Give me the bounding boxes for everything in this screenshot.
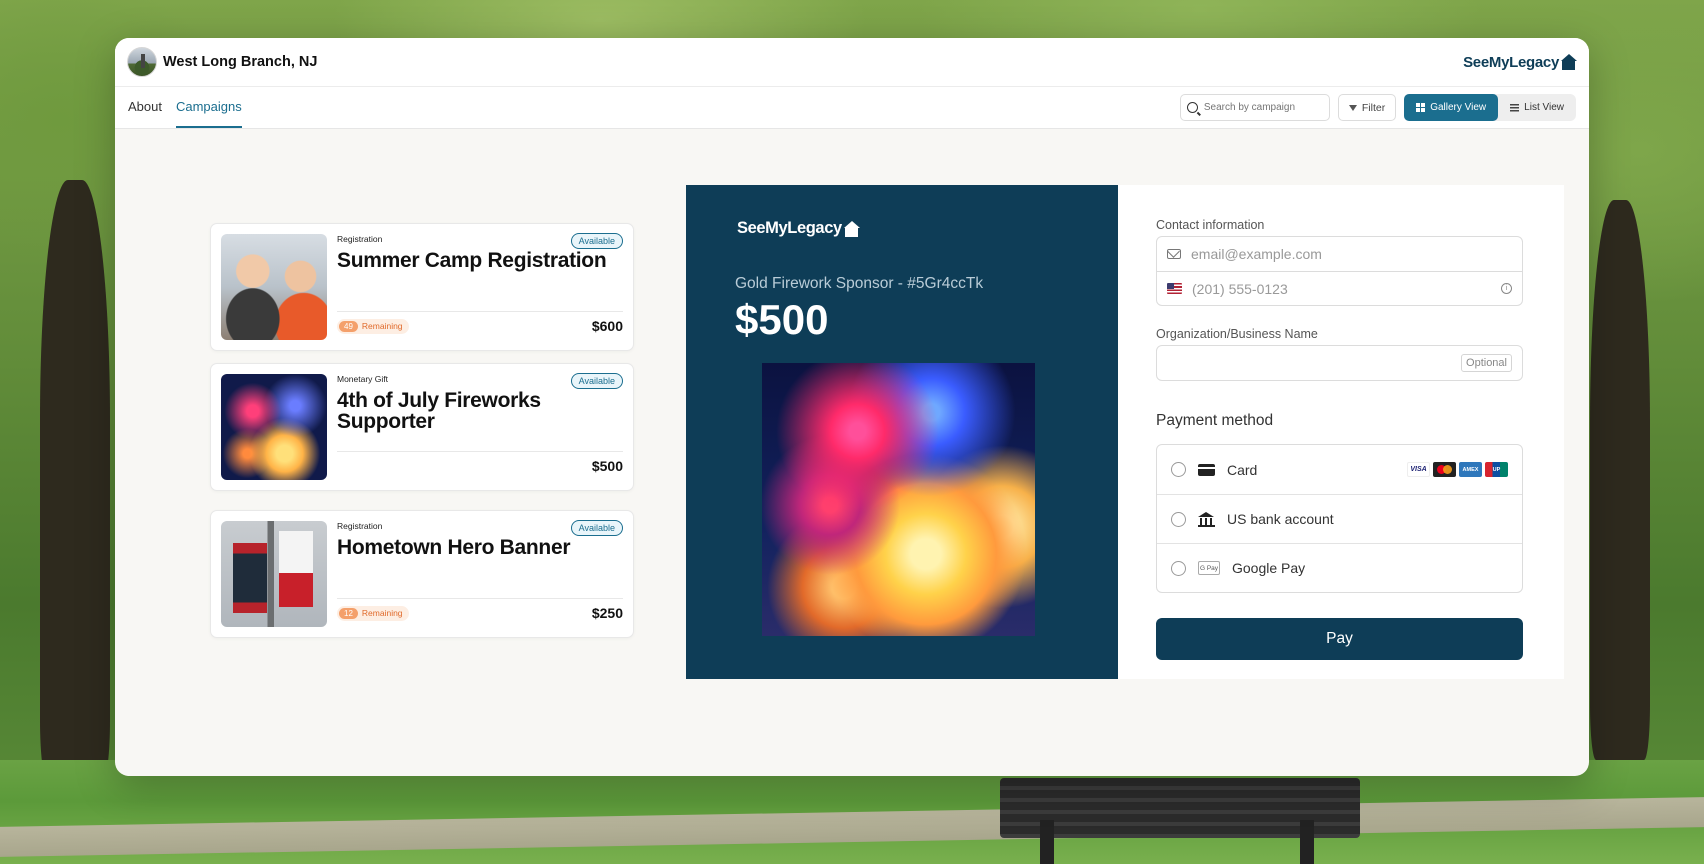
phone-placeholder: (201) 555-0123 (1192, 280, 1288, 297)
payment-option-gpay[interactable]: G Pay Google Pay (1157, 543, 1522, 592)
campaign-card[interactable]: Registration Available Summer Camp Regis… (210, 223, 634, 351)
checkout-summary: SeeMyLegacy Gold Firework Sponsor - #5Gr… (686, 185, 1118, 679)
payment-option-label: Google Pay (1232, 560, 1306, 576)
campaign-image (221, 521, 327, 627)
filter-label: Filter (1361, 101, 1386, 114)
contact-fields: email@example.com (201) 555-0123 i (1156, 236, 1523, 306)
mastercard-icon (1433, 462, 1456, 477)
campaign-title: Summer Camp Registration (337, 249, 607, 272)
amount: $500 (735, 296, 829, 343)
town-name: West Long Branch, NJ (163, 54, 318, 70)
campaign-image (221, 374, 327, 480)
visa-icon: VISA (1407, 462, 1430, 477)
gpay-radio[interactable] (1171, 560, 1186, 576)
payment-option-bank[interactable]: US bank account (1157, 494, 1522, 543)
house-icon (1561, 54, 1577, 70)
app-window: West Long Branch, NJ SeeMyLegacy About C… (115, 38, 1589, 776)
brand-name: SeeMyLegacy (1463, 53, 1559, 71)
gpay-icon: G Pay (1198, 561, 1220, 575)
unionpay-icon: UP (1485, 462, 1508, 477)
search-box[interactable] (1179, 94, 1330, 121)
amex-icon: AMEX (1459, 462, 1482, 477)
remaining-count: 12 (339, 607, 358, 619)
mail-icon (1167, 249, 1181, 259)
org-label: Organization/Business Name (1156, 327, 1318, 341)
email-field[interactable]: email@example.com (1157, 237, 1522, 271)
list-icon (1510, 103, 1520, 112)
card-brands: VISA AMEX UP (1407, 462, 1508, 477)
campaign-price: $600 (591, 318, 623, 334)
campaign-price: $500 (591, 458, 623, 474)
phone-field[interactable]: (201) 555-0123 i (1157, 271, 1522, 305)
payment-option-card[interactable]: Card VISA AMEX UP (1157, 445, 1522, 494)
remaining-badge: 12 Remaining (337, 605, 409, 621)
tab-campaigns[interactable]: Campaigns (175, 87, 242, 128)
payment-methods: Card VISA AMEX UP US bank account G Pay … (1156, 444, 1523, 593)
bank-icon (1198, 511, 1215, 527)
tab-about[interactable]: About (128, 87, 162, 128)
bank-radio[interactable] (1171, 511, 1186, 527)
list-view-button[interactable]: List View (1498, 94, 1576, 121)
campaign-image (221, 234, 327, 340)
list-view-label: List View (1524, 102, 1564, 113)
optional-tag: Optional (1461, 354, 1512, 372)
org-field[interactable]: Optional (1156, 345, 1523, 381)
brand-logo[interactable]: SeeMyLegacy (1463, 54, 1577, 71)
gallery-view-label: Gallery View (1430, 102, 1487, 113)
town-avatar[interactable] (127, 47, 157, 77)
contact-label: Contact information (1156, 218, 1265, 232)
remaining-label: Remaining (361, 321, 403, 331)
campaign-title: 4th of July Fireworks Supporter (337, 389, 541, 434)
us-flag-icon (1167, 283, 1182, 294)
campaign-price: $250 (591, 605, 623, 621)
status-badge: Available (570, 373, 623, 389)
filter-button[interactable]: Filter (1337, 94, 1397, 121)
grid-icon (1416, 103, 1426, 112)
nav-bar: About Campaigns Filter Gallery View List… (115, 87, 1589, 129)
card-radio[interactable] (1171, 462, 1186, 477)
pay-button[interactable]: Pay (1156, 618, 1523, 660)
status-badge: Available (570, 233, 623, 249)
status-badge: Available (570, 520, 623, 536)
remaining-count: 49 (339, 320, 358, 332)
campaign-card[interactable]: Registration Available Hometown Hero Ban… (210, 510, 634, 638)
product-image (762, 363, 1035, 636)
search-icon (1186, 102, 1198, 113)
gallery-view-button[interactable]: Gallery View (1404, 94, 1499, 121)
checkout-brand-logo: SeeMyLegacy (737, 219, 860, 238)
checkout-brand-name: SeeMyLegacy (737, 219, 842, 237)
payment-method-title: Payment method (1156, 412, 1274, 429)
top-bar: West Long Branch, NJ SeeMyLegacy (115, 38, 1589, 87)
email-placeholder: email@example.com (1191, 246, 1322, 262)
remaining-badge: 49 Remaining (337, 318, 409, 334)
payment-option-label: Card (1227, 461, 1258, 478)
payment-option-label: US bank account (1227, 511, 1334, 527)
house-icon (843, 220, 860, 237)
campaign-title: Hometown Hero Banner (337, 536, 571, 559)
checkout-form: Contact information email@example.com (2… (1118, 185, 1564, 679)
campaign-card[interactable]: Monetary Gift Available 4th of July Fire… (210, 363, 634, 491)
funnel-icon (1348, 104, 1357, 111)
info-icon[interactable]: i (1501, 283, 1512, 294)
remaining-label: Remaining (361, 608, 403, 618)
card-icon (1198, 463, 1215, 476)
product-name: Gold Firework Sponsor - #5Gr4ccTk (735, 275, 984, 292)
search-input[interactable] (1203, 102, 1314, 113)
view-toggle: Gallery View List View (1404, 94, 1576, 121)
